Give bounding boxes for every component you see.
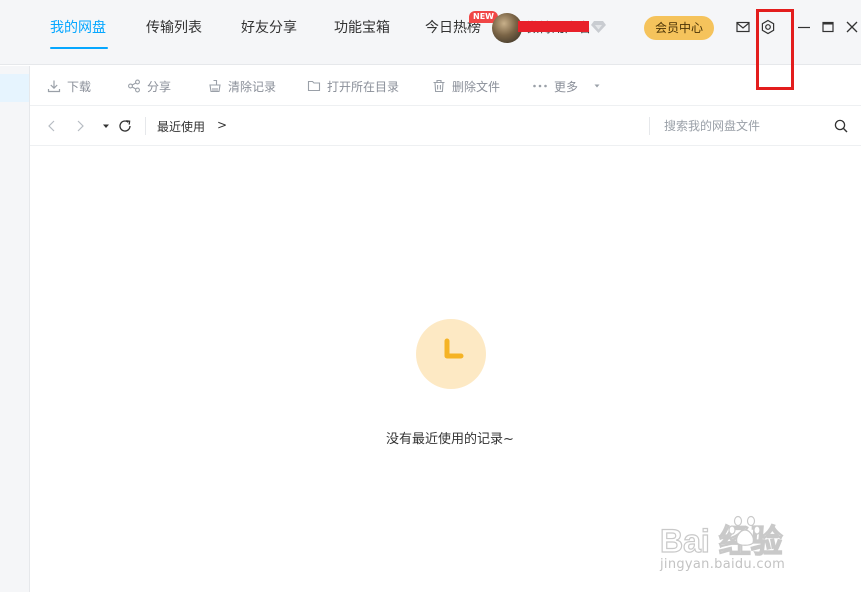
trash-icon [433, 79, 445, 93]
back-arrow-icon[interactable] [44, 118, 60, 134]
tab-transfer-list[interactable]: 传输列表 [146, 17, 202, 37]
download-button[interactable]: 下载 [47, 66, 91, 106]
search-divider [649, 117, 650, 135]
share-icon [128, 79, 140, 93]
watermark-main: Bai 经验 [659, 522, 783, 559]
username-redaction-bar [518, 21, 589, 32]
history-dropdown-icon[interactable] [98, 118, 114, 134]
baidu-jingyan-watermark: Bai 经验 jingyan.baidu.com [659, 515, 820, 580]
clear-history-button[interactable]: 清除记录 [208, 66, 276, 106]
paw-logo-icon [728, 515, 761, 546]
close-icon[interactable] [844, 19, 860, 35]
folder-icon [307, 80, 321, 92]
empty-state-message: 没有最近使用的记录~ [386, 432, 514, 447]
download-icon [47, 80, 61, 93]
mail-icon[interactable] [735, 19, 751, 35]
delete-file-label: 删除文件 [452, 79, 501, 94]
breadcrumb-arrow: > [217, 118, 228, 132]
search-input[interactable] [658, 115, 828, 137]
download-label: 下载 [67, 79, 92, 94]
more-button[interactable]: 更多 [532, 66, 608, 106]
share-button[interactable]: 分享 [127, 66, 171, 106]
forward-arrow-icon[interactable] [72, 118, 88, 134]
broom-icon [209, 79, 221, 93]
address-bar: 最近使用 > [30, 106, 861, 146]
more-dots-icon [533, 84, 547, 88]
refresh-icon[interactable] [117, 118, 133, 134]
breadcrumb-divider [145, 117, 146, 135]
member-center-button[interactable]: 会员中心 [644, 16, 714, 40]
maximize-icon[interactable] [820, 19, 836, 35]
breadcrumb-recent[interactable]: 最近使用 [157, 118, 205, 135]
top-navigation-bar: 我的网盘 传输列表 好友分享 功能宝箱 今日热榜 NEW 微博用户名 会员中心 [0, 0, 861, 65]
left-sidebar [0, 66, 30, 592]
gear-icon[interactable] [760, 19, 776, 35]
tab-friend-share[interactable]: 好友分享 [241, 17, 297, 37]
clock-icon [416, 319, 486, 389]
sidebar-item-recent[interactable] [0, 74, 29, 102]
open-folder-label: 打开所在目录 [327, 79, 400, 94]
chevron-down-icon [594, 84, 600, 88]
file-toolbar: 下载 分享 清除记录 打开所在目录 删除文件 更多 [30, 66, 861, 106]
clear-history-label: 清除记录 [228, 79, 277, 94]
search-icon[interactable] [833, 118, 849, 134]
tab-feature-box[interactable]: 功能宝箱 [334, 17, 390, 37]
minimize-icon[interactable] [796, 19, 812, 35]
tab-my-netdisk[interactable]: 我的网盘 [50, 17, 106, 37]
open-folder-button[interactable]: 打开所在目录 [307, 66, 399, 106]
share-label: 分享 [147, 79, 172, 94]
vip-diamond-icon[interactable] [591, 21, 606, 33]
watermark-url: jingyan.baidu.com [660, 557, 786, 572]
active-tab-indicator [50, 47, 108, 49]
delete-file-button[interactable]: 删除文件 [432, 66, 500, 106]
more-label: 更多 [554, 79, 579, 94]
